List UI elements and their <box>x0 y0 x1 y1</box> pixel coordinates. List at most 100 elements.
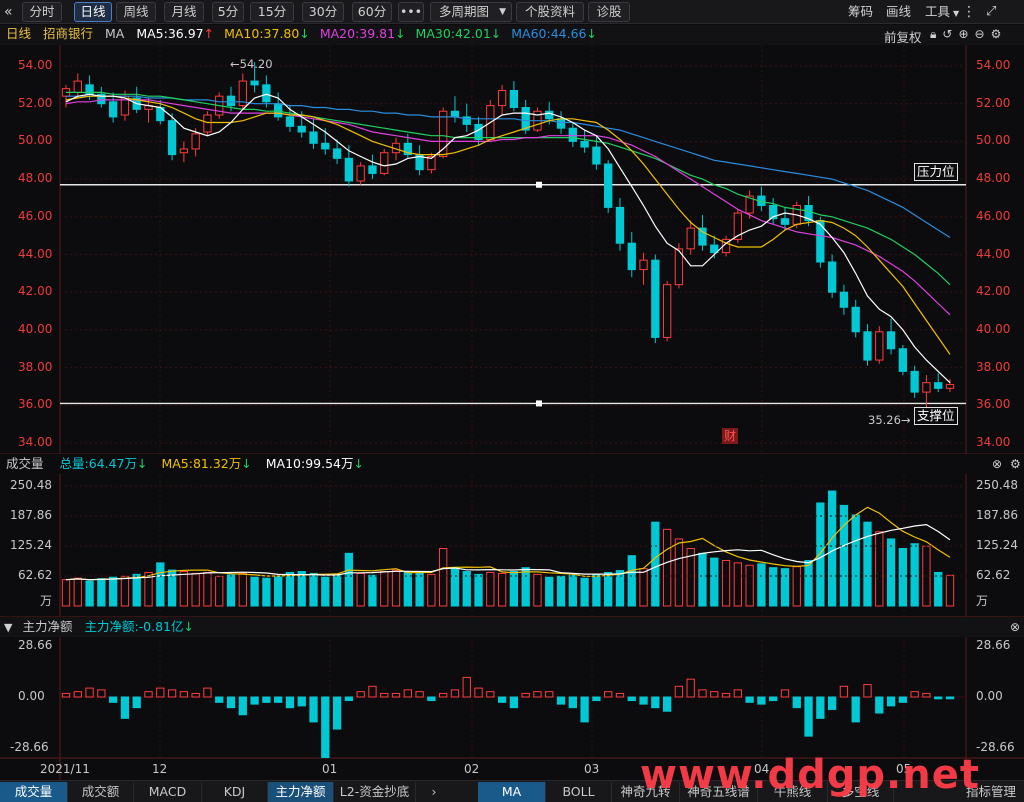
indicator-tab[interactable]: MACD <box>134 782 202 802</box>
volume-bar <box>332 574 342 607</box>
diagnose-button[interactable]: 诊股 <box>588 2 630 22</box>
down-arrow-icon: ↓ <box>241 456 252 471</box>
flow-bar <box>344 696 354 702</box>
volume-bar <box>769 567 778 607</box>
period-tab[interactable]: 15分 <box>250 2 294 22</box>
indicator-tab[interactable]: 成交额 <box>68 782 134 802</box>
volume-bar <box>745 564 754 607</box>
volume-bar <box>604 571 613 607</box>
candle <box>886 331 896 350</box>
indicator-tab[interactable]: L2-资金抄底 <box>334 782 416 802</box>
zoom-in-icon[interactable]: ⊕ <box>958 27 974 41</box>
volume-bar <box>179 571 189 607</box>
up-arrow-icon: ↑ <box>203 26 215 41</box>
flow-bar <box>674 685 684 698</box>
indicator-tab[interactable]: 成交量 <box>0 782 68 802</box>
period-tab[interactable]: 日线 <box>74 2 112 22</box>
financial-badge[interactable]: 财 <box>722 428 738 444</box>
price-tick-right: 46.00 <box>976 208 1011 223</box>
undo-icon[interactable]: ↺ <box>942 27 958 41</box>
volume-tick-right: 250.48 <box>976 478 1018 492</box>
ma60-value: MA60:44.66 <box>511 26 587 41</box>
ma60-line <box>66 95 951 239</box>
period-tab[interactable]: 60分 <box>352 2 392 22</box>
down-arrow-icon: ↓ <box>586 26 597 41</box>
price-tick-left: 54.00 <box>18 58 53 72</box>
volume-bar <box>380 571 389 607</box>
volume-bar <box>509 571 519 607</box>
flow-bar <box>780 689 790 698</box>
overlay-tab[interactable]: MA <box>478 782 546 802</box>
price-tick-right: 36.00 <box>976 397 1011 412</box>
stock-info-button[interactable]: 个股资料 <box>516 2 584 22</box>
fullscreen-icon[interactable]: ⤢ <box>986 3 996 21</box>
chevron-right-icon[interactable]: › <box>424 782 444 802</box>
menu-dots-icon[interactable]: ⋮ <box>962 3 976 21</box>
flow-bar <box>332 696 342 730</box>
flow-tick-right: -28.66 <box>976 740 1015 754</box>
indicator-tab[interactable]: 主力净额 <box>268 782 334 802</box>
volume-bar <box>662 528 672 607</box>
ma-label[interactable]: MA <box>105 25 124 43</box>
candle <box>203 114 212 133</box>
date-tick: 2021/11 <box>40 762 90 776</box>
watermark: www.ddgp.net <box>640 752 980 798</box>
adjust-button[interactable]: 前复权 <box>884 27 922 46</box>
volume-bar <box>721 559 731 607</box>
back-icon[interactable]: « <box>4 3 13 21</box>
candle <box>604 163 613 208</box>
volume-title[interactable]: 成交量 <box>6 454 44 474</box>
volume-tick-left: 250.48 <box>10 478 52 492</box>
flow-bar <box>875 696 884 714</box>
flow-title[interactable]: 主力净额 <box>22 617 72 637</box>
close-icon[interactable]: ⊗ <box>1010 620 1020 634</box>
candle <box>934 382 943 389</box>
draw-button[interactable]: 画线 <box>886 3 911 21</box>
volume-bar <box>521 567 530 607</box>
price-tick-right: 50.00 <box>976 133 1011 148</box>
volume-bar <box>356 572 365 607</box>
period-tab[interactable]: 5分 <box>212 2 244 22</box>
flow-bar <box>556 696 566 705</box>
volume-bar <box>368 574 377 607</box>
volume-bar <box>733 562 742 607</box>
settings-icon[interactable]: ⚙ <box>991 27 1008 41</box>
ma30-value: MA30:42.01 <box>415 26 491 41</box>
volume-bar <box>545 576 554 607</box>
candle <box>580 140 589 148</box>
period-tab[interactable]: 分时 <box>22 2 62 22</box>
flow-bar <box>934 696 943 700</box>
overlay-tab[interactable]: BOLL <box>546 782 612 802</box>
chips-button[interactable]: 筹码 <box>848 3 873 21</box>
lock-icon[interactable]: 🔒︎ <box>930 27 942 41</box>
close-icon[interactable]: ⊗ <box>992 457 1002 471</box>
volume-bar <box>497 572 507 607</box>
volume-bar <box>285 571 295 607</box>
period-tab[interactable]: 30分 <box>302 2 344 22</box>
volume-bar <box>945 574 955 607</box>
zoom-out-icon[interactable]: ⊖ <box>975 27 991 41</box>
flow-bar <box>721 692 731 698</box>
flow-bar <box>61 692 71 698</box>
period-tab[interactable]: 月线 <box>164 2 204 22</box>
multi-period-button[interactable]: 多周期图 ▼ <box>430 2 512 22</box>
more-button[interactable]: ••• <box>398 2 424 22</box>
volume-bar <box>474 573 483 607</box>
chevron-down-icon: ▼ <box>953 9 960 18</box>
candle <box>274 103 283 118</box>
period-tab[interactable]: 周线 <box>116 2 156 22</box>
flow-bar <box>533 691 542 698</box>
flow-bar <box>568 696 577 709</box>
settings-icon[interactable]: ⚙ <box>1010 457 1021 471</box>
flow-bar <box>757 696 766 705</box>
flow-info-bar: ▼ 主力净额 主力净额:-0.81亿↓ <box>0 617 1024 637</box>
candle <box>285 116 295 127</box>
flow-bar <box>698 689 707 698</box>
flow-bar <box>380 692 389 698</box>
tools-button[interactable]: 工具 ▼ <box>925 3 959 21</box>
flow-bar <box>662 696 672 712</box>
collapse-icon[interactable]: ▼ <box>4 618 12 638</box>
down-arrow-icon: ↓ <box>137 456 148 471</box>
volume-bar <box>309 572 318 607</box>
indicator-tab[interactable]: KDJ <box>202 782 268 802</box>
